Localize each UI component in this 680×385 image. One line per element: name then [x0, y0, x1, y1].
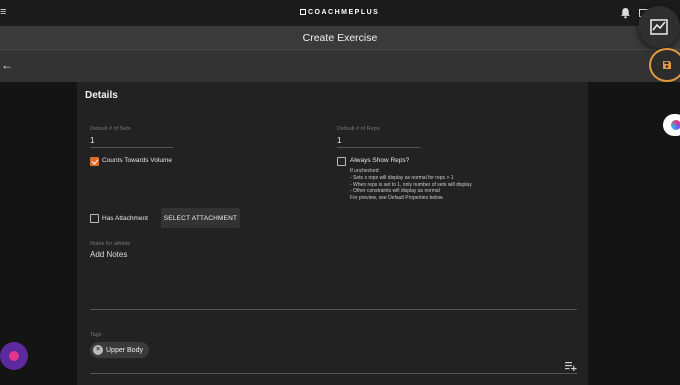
notes-underline: [90, 309, 577, 310]
chip-remove-icon[interactable]: ×: [93, 345, 103, 355]
reps-input[interactable]: 1: [337, 136, 341, 145]
has-attachment-label: Has Attachment: [102, 215, 148, 222]
chat-widget[interactable]: [663, 114, 680, 136]
playlist-add-icon[interactable]: [565, 361, 577, 371]
sets-label: Default # of Sets: [90, 126, 131, 132]
title-bar: Create Exercise: [0, 26, 680, 50]
help-dot-icon: [9, 351, 19, 361]
brand-name: COACHMEPLUS: [308, 9, 380, 16]
details-card: Details Default # of Sets 1 Default # of…: [77, 82, 588, 385]
save-button[interactable]: [649, 48, 680, 82]
hint-line: For preview, see Default Properties belo…: [350, 195, 444, 202]
notes-textarea[interactable]: Add Notes: [90, 250, 127, 259]
brand-logo[interactable]: COACHMEPLUS: [300, 9, 379, 16]
save-icon: [663, 61, 671, 69]
top-navbar: ≡ COACHMEPLUS: [0, 0, 680, 26]
has-attachment-checkbox[interactable]: [90, 214, 99, 223]
reps-label: Default # of Reps: [337, 126, 380, 132]
hint-line: If unchecked:: [350, 168, 380, 174]
back-arrow-icon[interactable]: ←: [1, 58, 13, 72]
chat-logo-icon: [671, 120, 680, 130]
help-bubble[interactable]: [0, 342, 28, 370]
logo-mark-icon: [300, 9, 306, 15]
page-title: Create Exercise: [302, 32, 378, 44]
tags-label: Tags: [90, 332, 102, 338]
always-show-reps-label: Always Show Reps?: [350, 157, 410, 164]
insights-fab[interactable]: [638, 6, 680, 48]
action-bar: ←: [0, 50, 680, 82]
details-heading: Details: [85, 90, 118, 101]
counts-volume-checkbox[interactable]: [90, 157, 99, 166]
app-root: ≡ COACHMEPLUS Create Exercise ← Details …: [0, 0, 680, 385]
menu-icon[interactable]: ≡: [0, 7, 6, 18]
sets-underline: [90, 147, 173, 148]
tag-chip[interactable]: × Upper Body: [90, 342, 149, 358]
chart-icon: [650, 19, 668, 35]
bell-icon[interactable]: [620, 7, 631, 19]
select-attachment-button[interactable]: SELECT ATTACHMENT: [161, 208, 240, 228]
sets-input[interactable]: 1: [90, 136, 94, 145]
notes-label: Notes for athlete: [90, 241, 131, 247]
always-show-reps-hint: If unchecked: - Sets x reps will display…: [350, 168, 472, 202]
hint-line: - When reps is set to 1, only number of …: [350, 181, 472, 188]
tag-chip-label: Upper Body: [106, 346, 143, 354]
counts-volume-label: Counts Towards Volume: [102, 157, 172, 164]
hint-line: - Other constraints will display as norm…: [350, 188, 440, 195]
always-show-reps-checkbox[interactable]: [337, 157, 346, 166]
reps-underline: [337, 147, 420, 148]
tags-underline: [90, 373, 577, 374]
hint-line: - Sets x reps will display as normal for…: [350, 174, 454, 181]
